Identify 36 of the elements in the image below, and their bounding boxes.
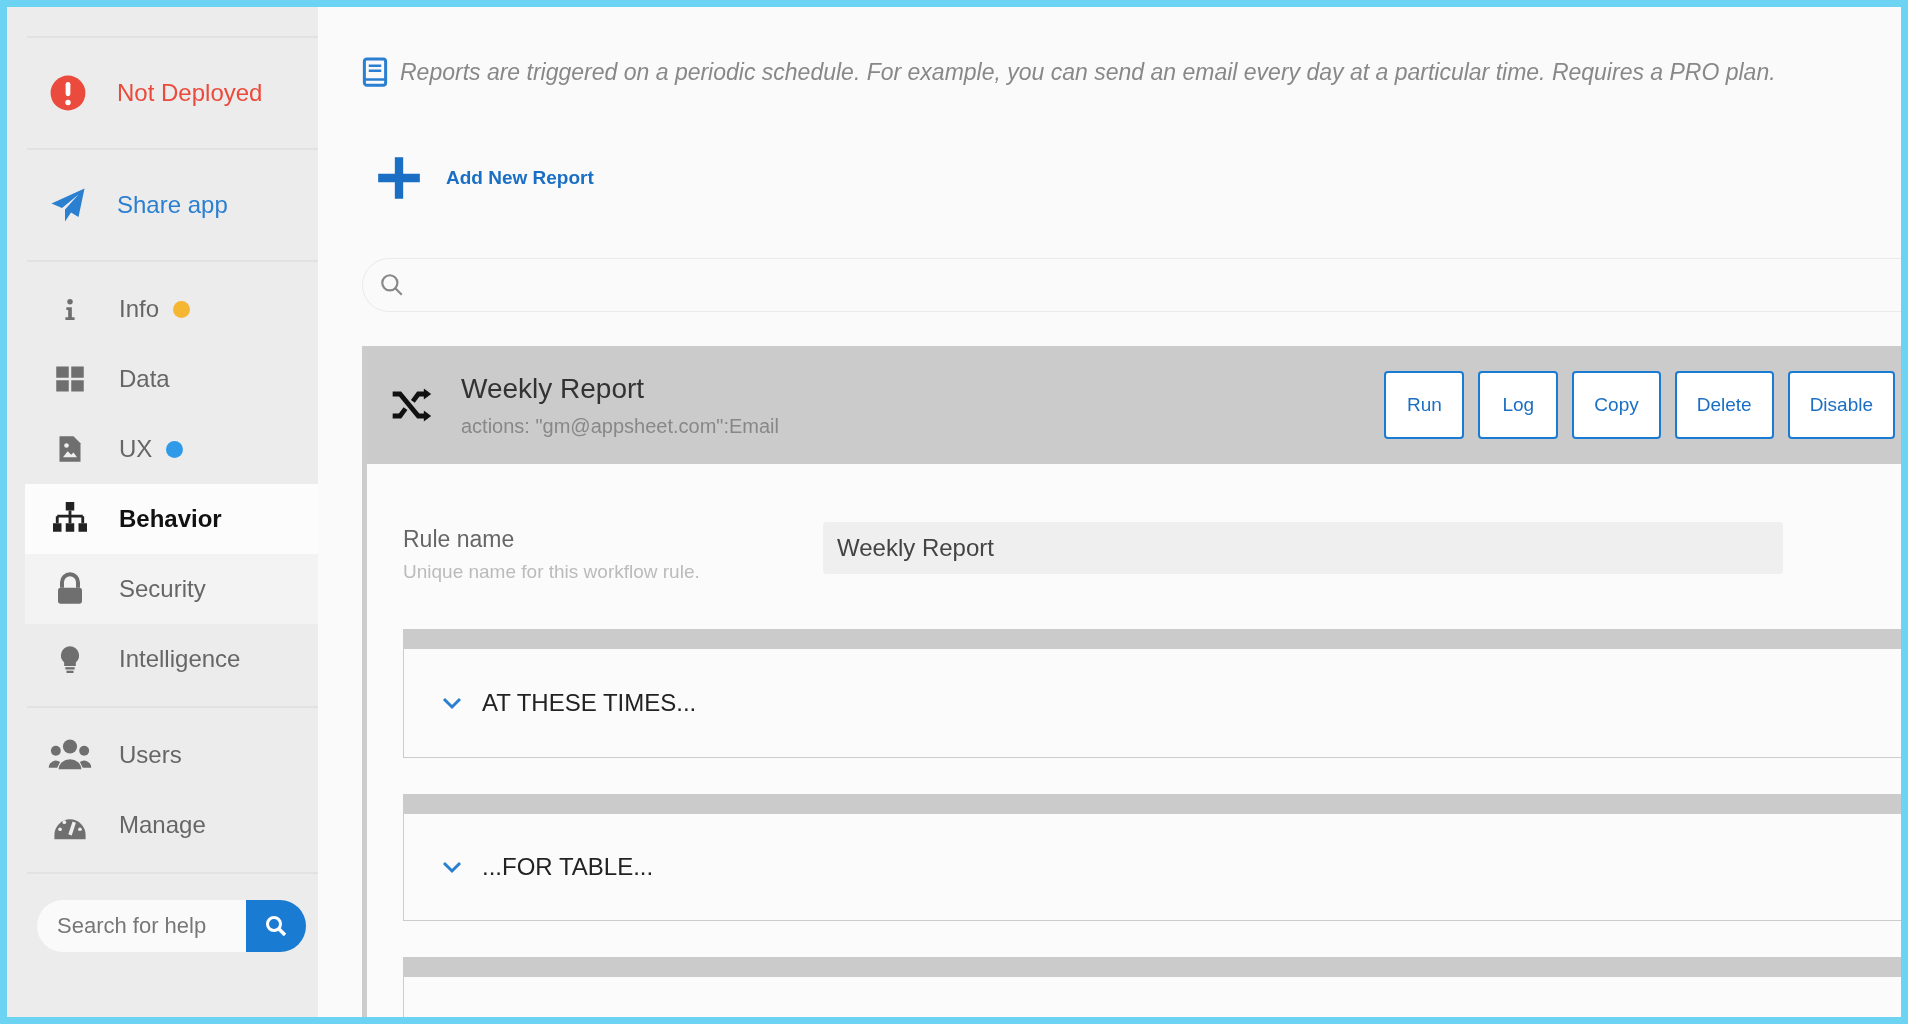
action-button[interactable]: Run: [1384, 371, 1465, 439]
sidebar-item[interactable]: Manage: [25, 790, 318, 860]
chevron-icon: [442, 696, 462, 710]
report-subtitle: actions: "gm@appsheet.com":Email: [461, 414, 780, 438]
action-button[interactable]: Copy: [1572, 371, 1661, 439]
deploy-status[interactable]: Not Deployed: [117, 79, 263, 107]
rule-name-field[interactable]: Weekly Report: [823, 522, 1783, 574]
help-search-field[interactable]: Search for help: [37, 900, 246, 952]
info-note: Reports are triggered on a periodic schedule. For example, you can send an email every day at a particular time. Requires a PRO plan.: [400, 58, 1776, 86]
book-icon: [362, 57, 388, 87]
action-button[interactable]: Log: [1478, 371, 1559, 439]
search-icon: [264, 914, 288, 938]
sidebar-item[interactable]: Data: [25, 344, 318, 414]
sidebar-item[interactable]: Users: [25, 720, 318, 790]
rule-name-label: Rule name: [403, 526, 516, 553]
section-toggle[interactable]: ...FOR TABLE...: [442, 853, 654, 881]
search-icon: [379, 272, 405, 298]
sidebar-item[interactable]: Security: [25, 554, 318, 624]
rule-name-hint: Unique name for this workflow rule.: [403, 561, 701, 583]
sidebar-item[interactable]: Intelligence: [25, 624, 318, 694]
sidebar-item[interactable]: UX: [25, 414, 318, 484]
alert-icon: [49, 74, 87, 112]
sidebar-item[interactable]: Info: [25, 274, 318, 344]
chevron-icon: [442, 860, 462, 874]
section-toggle[interactable]: AT THESE TIMES...: [442, 689, 697, 717]
action-button[interactable]: Delete: [1674, 371, 1774, 439]
paper-plane-icon: [49, 187, 87, 223]
add-new-report-button[interactable]: Add New Report: [362, 153, 594, 203]
share-app-link[interactable]: Share app: [117, 191, 228, 219]
users-icon: [47, 738, 93, 772]
search-button[interactable]: [246, 900, 306, 952]
report-title: Weekly Report: [461, 372, 646, 405]
sidebar-item[interactable]: Behavior: [25, 484, 318, 554]
grid-icon: [53, 364, 87, 394]
action-button[interactable]: Disable: [1787, 371, 1895, 439]
search-field[interactable]: [362, 258, 1901, 312]
